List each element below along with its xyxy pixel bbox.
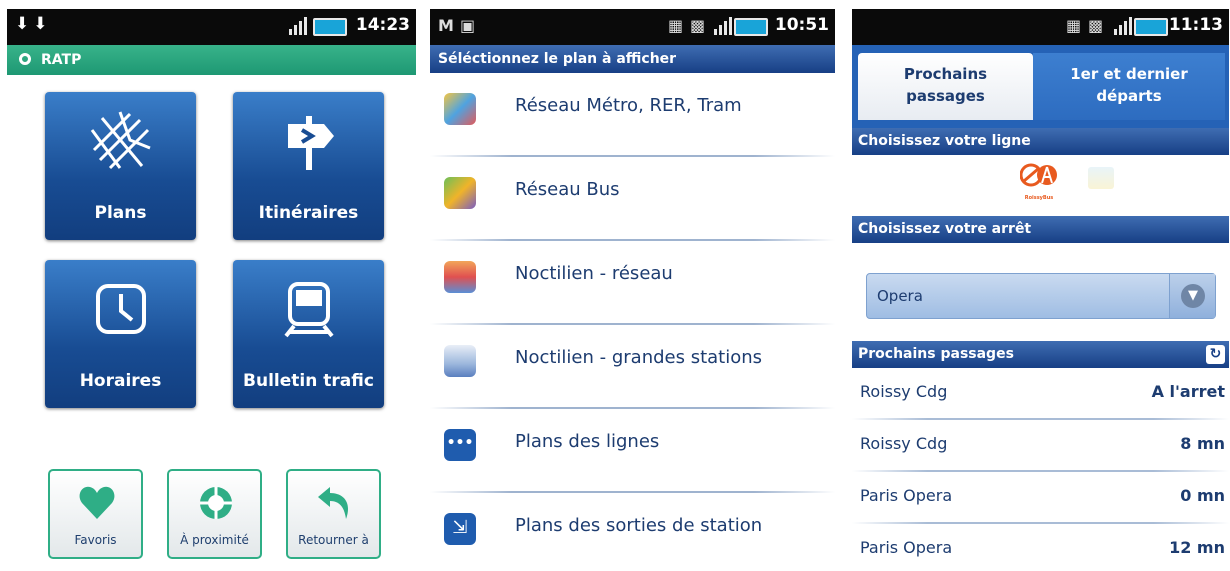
train-icon xyxy=(284,282,334,338)
departure-destination: Roissy Cdg xyxy=(860,434,948,453)
list-item-label: Plans des sorties de station xyxy=(515,515,763,536)
other-line-icon[interactable] xyxy=(1088,167,1114,189)
battery-icon xyxy=(1134,18,1168,36)
next-departures-screen: ▦ ▩ 11:13 Prochains passages 1er et dern… xyxy=(852,9,1229,569)
departure-destination: Paris Opera xyxy=(860,538,953,557)
departure-row: Roissy Cdg 8 mn xyxy=(852,420,1229,472)
location-pin-icon xyxy=(19,53,31,65)
list-item-label: Noctilien - grandes stations xyxy=(515,347,763,368)
chevron-down-icon: ▼ xyxy=(1181,284,1205,308)
retourner-button[interactable]: Retourner à xyxy=(286,469,381,559)
status-time: 11:13 xyxy=(1168,15,1223,35)
departure-row: Roissy Cdg A l'arret xyxy=(852,368,1229,420)
departure-destination: Roissy Cdg xyxy=(860,382,948,401)
departure-wait: A l'arret xyxy=(1151,382,1225,401)
tile-label: Bulletin trafic xyxy=(243,371,374,391)
selected-stop: Opera xyxy=(877,287,923,305)
list-item-bus[interactable]: Réseau Bus xyxy=(430,157,835,241)
return-arrow-icon xyxy=(318,487,349,519)
favoris-button[interactable]: Favoris xyxy=(48,469,143,559)
section-header-stop: Choisissez votre arrêt xyxy=(852,216,1229,243)
tab-label-line2: passages xyxy=(906,87,985,105)
gmail-icon: M xyxy=(438,16,454,35)
alarm-icon: ▩ xyxy=(690,16,706,35)
map-icon xyxy=(90,111,151,170)
line-plans-icon: ••• xyxy=(444,429,476,461)
tab-label-line1: 1er et dernier xyxy=(1070,65,1188,83)
section-header-next: Prochains passages ↻ xyxy=(852,341,1229,368)
status-bar: M ▣ ▦ ▩ 10:51 xyxy=(430,9,835,45)
list-item-label: Noctilien - réseau xyxy=(515,263,673,284)
list-item-label: Plans des lignes xyxy=(515,431,660,452)
status-time: 10:51 xyxy=(774,15,829,35)
departure-destination: Paris Opera xyxy=(860,486,953,505)
list-item-metro[interactable]: Réseau Métro, RER, Tram xyxy=(430,73,835,157)
clipboard-icon: ▣ xyxy=(460,16,476,35)
roissybus-logo[interactable]: RoissyBus xyxy=(1019,161,1058,201)
signal-icon xyxy=(714,17,732,35)
status-bar: ▦ ▩ 11:13 xyxy=(852,9,1229,45)
signpost-icon xyxy=(288,116,334,170)
download-notification-icon: ⬇⬇ xyxy=(15,14,52,34)
vibrate-icon: ▦ xyxy=(668,16,684,35)
list-item-station-exits[interactable]: ⇲ Plans des sorties de station xyxy=(430,493,835,569)
target-icon xyxy=(200,487,232,519)
a-proximite-button[interactable]: À proximité xyxy=(167,469,262,559)
line-picker: RoissyBus xyxy=(852,155,1229,216)
tab-premier-dernier-departs[interactable]: 1er et dernier départs xyxy=(1033,53,1225,120)
station-exit-icon: ⇲ xyxy=(444,513,476,545)
tile-label: Horaires xyxy=(79,371,162,391)
tile-itineraires[interactable]: Itinéraires xyxy=(233,92,384,240)
list-item-label: Réseau Bus xyxy=(515,179,620,200)
app-name: RATP xyxy=(41,52,82,68)
shortcut-label: Retourner à xyxy=(298,533,369,547)
tab-label-line2: départs xyxy=(1096,87,1162,105)
list-item-line-plans[interactable]: ••• Plans des lignes xyxy=(430,409,835,493)
departure-wait: 12 mn xyxy=(1169,538,1225,557)
battery-icon xyxy=(313,18,347,36)
tile-label: Itinéraires xyxy=(258,203,359,223)
bus-map-icon xyxy=(444,177,476,209)
section-header-line: Choisissez votre ligne xyxy=(852,128,1229,155)
tile-label: Plans xyxy=(94,203,147,223)
tile-horaires[interactable]: Horaires xyxy=(45,260,196,408)
departure-row: Paris Opera 0 mn xyxy=(852,472,1229,524)
heart-icon xyxy=(79,486,115,519)
status-time: 14:23 xyxy=(355,15,410,35)
refresh-icon[interactable]: ↻ xyxy=(1206,345,1225,364)
list-item-noctilien-stations[interactable]: Noctilien - grandes stations xyxy=(430,325,835,409)
page-title: Séléctionnez le plan à afficher xyxy=(430,45,835,73)
signal-icon xyxy=(289,17,307,35)
clock-icon xyxy=(96,284,146,334)
departure-row: Paris Opera 12 mn xyxy=(852,524,1229,569)
app-header: RATP xyxy=(7,45,416,75)
vibrate-icon: ▦ xyxy=(1066,16,1082,35)
tab-prochains-passages[interactable]: Prochains passages xyxy=(858,53,1033,120)
shortcut-label: Favoris xyxy=(74,533,117,547)
home-screen: ⬇⬇ 14:23 RATP Plans Itinéraires Horaires xyxy=(7,9,416,569)
roissybus-label: RoissyBus xyxy=(1024,195,1054,201)
noctilien-network-icon xyxy=(444,261,476,293)
metro-map-icon xyxy=(444,93,476,125)
status-bar: ⬇⬇ 14:23 xyxy=(7,9,416,45)
section-title: Prochains passages xyxy=(858,346,1014,362)
alarm-icon: ▩ xyxy=(1088,16,1104,35)
shortcut-label: À proximité xyxy=(180,533,249,547)
departure-wait: 0 mn xyxy=(1180,486,1225,505)
tile-bulletin-trafic[interactable]: Bulletin trafic xyxy=(233,260,384,408)
list-item-label: Réseau Métro, RER, Tram xyxy=(515,95,742,116)
noctilien-stations-icon xyxy=(444,345,476,377)
tab-bar: Prochains passages 1er et dernier départ… xyxy=(852,45,1229,128)
tab-label-line1: Prochains xyxy=(903,65,988,83)
signal-icon xyxy=(1114,17,1132,35)
battery-icon xyxy=(734,18,768,36)
list-item-noctilien-reseau[interactable]: Noctilien - réseau xyxy=(430,241,835,325)
tile-plans[interactable]: Plans xyxy=(45,92,196,240)
plan-select-screen: M ▣ ▦ ▩ 10:51 Séléctionnez le plan à aff… xyxy=(430,9,835,569)
dropdown-arrow[interactable]: ▼ xyxy=(1169,274,1215,318)
departure-wait: 8 mn xyxy=(1180,434,1225,453)
stop-select[interactable]: Opera ▼ xyxy=(866,273,1216,319)
roissybus-icon xyxy=(1019,163,1057,187)
